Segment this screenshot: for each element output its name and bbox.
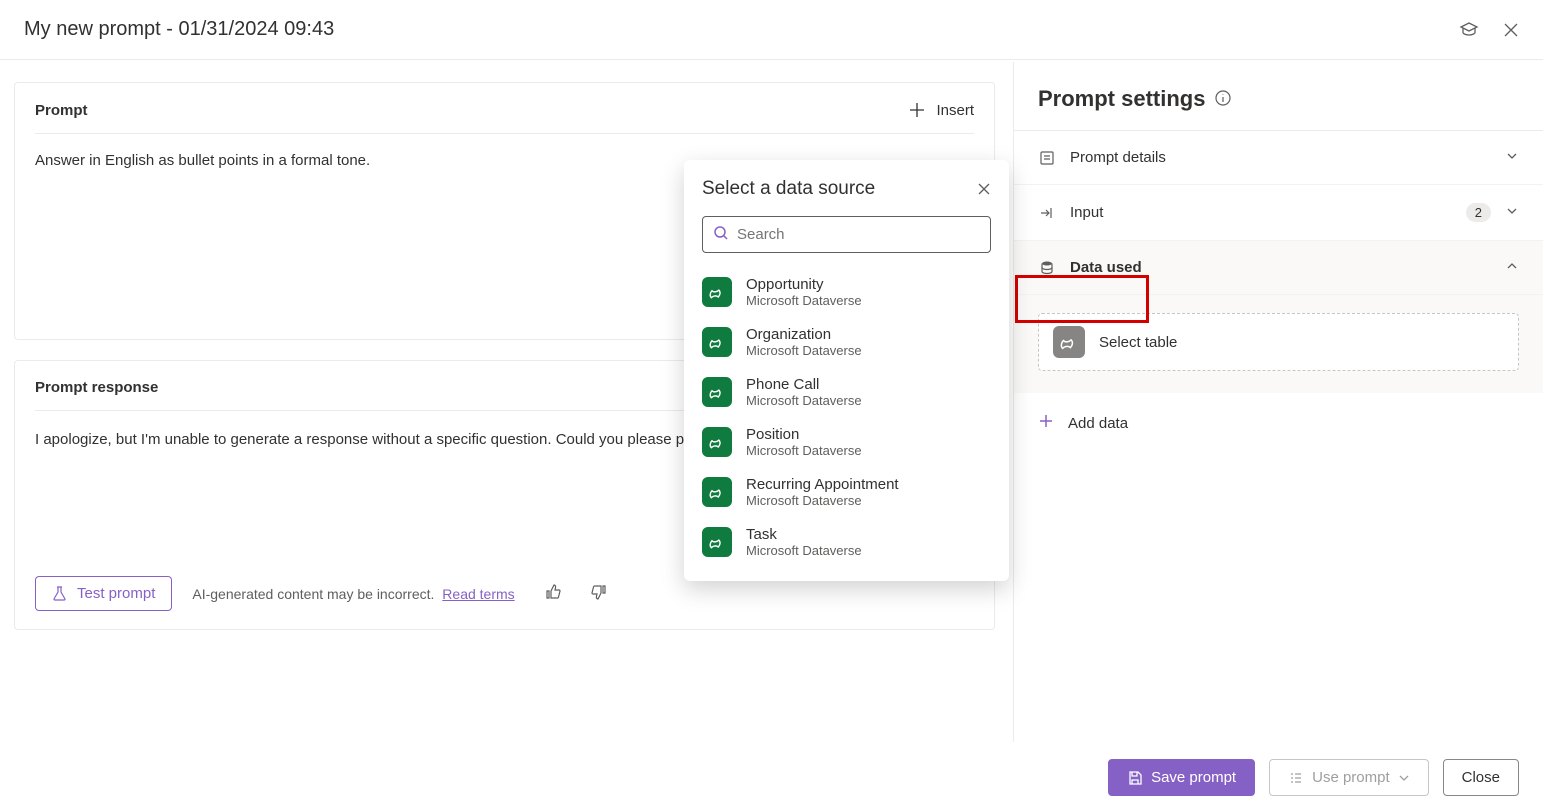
- save-prompt-button[interactable]: Save prompt: [1108, 759, 1255, 796]
- insert-label: Insert: [936, 102, 974, 119]
- dataverse-icon: [702, 427, 732, 457]
- chevron-up-icon: [1505, 259, 1519, 276]
- data-used-body: Select table: [1014, 295, 1543, 393]
- footer: Save prompt Use prompt Close: [0, 743, 1543, 812]
- settings-title: Prompt settings: [1038, 86, 1205, 112]
- dataverse-icon: [702, 277, 732, 307]
- dataverse-icon: [702, 527, 732, 557]
- data-source-item[interactable]: Phone Call Microsoft Dataverse: [702, 367, 991, 417]
- data-source-name: Recurring Appointment: [746, 476, 899, 493]
- data-source-item[interactable]: Recurring Appointment Microsoft Datavers…: [702, 467, 991, 517]
- data-source-provider: Microsoft Dataverse: [746, 293, 862, 308]
- response-section-title: Prompt response: [35, 379, 158, 396]
- data-source-item[interactable]: Task Microsoft Dataverse: [702, 517, 991, 567]
- thumbs-up-icon[interactable]: [545, 584, 561, 603]
- database-icon: [1038, 260, 1056, 276]
- dataverse-icon: [702, 327, 732, 357]
- chevron-down-icon: [1505, 204, 1519, 221]
- data-source-name: Task: [746, 526, 862, 543]
- data-source-name: Position: [746, 426, 862, 443]
- popover-title: Select a data source: [702, 178, 875, 200]
- data-source-name: Phone Call: [746, 376, 862, 393]
- data-source-item[interactable]: Position Microsoft Dataverse: [702, 417, 991, 467]
- data-source-item[interactable]: Opportunity Microsoft Dataverse: [702, 267, 991, 317]
- add-data-button[interactable]: Add data: [1014, 393, 1543, 454]
- input-icon: [1038, 205, 1056, 221]
- settings-panel: Prompt settings Prompt details Input 2: [1013, 62, 1543, 742]
- accordion-prompt-details[interactable]: Prompt details: [1014, 131, 1543, 185]
- save-icon: [1127, 770, 1143, 786]
- input-count-badge: 2: [1466, 203, 1491, 222]
- search-input-wrapper[interactable]: [702, 216, 991, 253]
- prompt-section-title: Prompt: [35, 102, 88, 119]
- header: My new prompt - 01/31/2024 09:43: [0, 0, 1543, 60]
- data-source-provider: Microsoft Dataverse: [746, 443, 862, 458]
- plus-icon: [1038, 413, 1054, 434]
- header-actions: [1459, 20, 1519, 40]
- details-icon: [1038, 150, 1056, 166]
- data-source-provider: Microsoft Dataverse: [746, 543, 862, 558]
- insert-button[interactable]: Insert: [908, 101, 974, 119]
- close-icon[interactable]: [1503, 22, 1519, 38]
- accordion-input[interactable]: Input 2: [1014, 185, 1543, 241]
- test-prompt-button[interactable]: Test prompt: [35, 576, 172, 611]
- data-source-popover: Select a data source Opportunity Microso…: [684, 160, 1009, 581]
- dataverse-icon: [702, 477, 732, 507]
- data-source-item[interactable]: Organization Microsoft Dataverse: [702, 317, 991, 367]
- chevron-down-icon: [1505, 149, 1519, 166]
- info-icon[interactable]: [1215, 90, 1231, 109]
- popover-close-icon[interactable]: [977, 182, 991, 196]
- dataverse-icon: [702, 377, 732, 407]
- ai-disclaimer: AI-generated content may be incorrect. R…: [192, 586, 514, 602]
- flask-icon: [52, 586, 67, 601]
- read-terms-link[interactable]: Read terms: [442, 586, 514, 602]
- data-source-provider: Microsoft Dataverse: [746, 493, 899, 508]
- page-title: My new prompt - 01/31/2024 09:43: [24, 18, 334, 41]
- use-prompt-button[interactable]: Use prompt: [1269, 759, 1429, 796]
- close-button[interactable]: Close: [1443, 759, 1519, 796]
- data-source-provider: Microsoft Dataverse: [746, 343, 862, 358]
- accordion-data-used[interactable]: Data used: [1014, 241, 1543, 295]
- learn-icon[interactable]: [1459, 20, 1479, 40]
- data-source-provider: Microsoft Dataverse: [746, 393, 862, 408]
- dataverse-icon: [1053, 326, 1085, 358]
- chevron-down-icon: [1398, 772, 1410, 784]
- select-table-button[interactable]: Select table: [1038, 313, 1519, 371]
- list-icon: [1288, 770, 1304, 786]
- search-input[interactable]: [737, 226, 980, 243]
- search-icon: [713, 225, 729, 244]
- data-source-name: Opportunity: [746, 276, 862, 293]
- thumbs-down-icon[interactable]: [591, 584, 607, 603]
- data-source-name: Organization: [746, 326, 862, 343]
